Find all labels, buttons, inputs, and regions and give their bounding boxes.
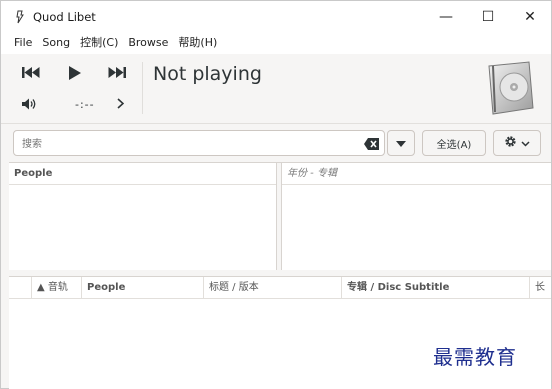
playback-status: Not playing [153, 63, 262, 85]
window-title: Quod Libet [33, 9, 96, 24]
column-header-track[interactable]: ▲ 音轨 [31, 277, 81, 299]
caret-down-icon [396, 137, 406, 150]
seek-button[interactable] [113, 96, 127, 114]
player-divider [142, 62, 143, 114]
search-field[interactable] [13, 130, 385, 156]
clear-search-icon[interactable] [364, 137, 380, 151]
window-controls: — ☐ ✕ [425, 1, 551, 32]
settings-menu-button[interactable] [493, 130, 541, 156]
gear-icon [504, 135, 517, 151]
year-album-pane-header[interactable]: 年份 - 专辑 [282, 163, 551, 185]
menu-browse[interactable]: Browse [123, 32, 173, 54]
search-history-button[interactable] [387, 130, 415, 156]
menu-control[interactable]: 控制(C) [75, 32, 123, 54]
player-panel: -:-- Not playing [1, 54, 551, 124]
maximize-button[interactable]: ☐ [467, 1, 509, 32]
song-list[interactable]: ▲ 音轨 People 标题 / 版本 专辑 / Disc Subtitle 长 [9, 276, 551, 389]
previous-button[interactable] [17, 64, 45, 84]
minimize-button[interactable]: — [425, 1, 467, 32]
chevron-down-icon [521, 137, 530, 150]
year-album-pane[interactable]: 年份 - 专辑 [281, 163, 551, 271]
album-cover[interactable] [485, 60, 537, 116]
album-cover-icon [485, 61, 537, 119]
volume-button[interactable] [19, 96, 41, 114]
menu-file[interactable]: File [9, 32, 37, 54]
app-window: Quod Libet — ☐ ✕ File Song 控制(C) Browse … [0, 0, 552, 389]
column-header-length[interactable]: 长 [529, 277, 551, 299]
people-pane-header[interactable]: People [9, 163, 276, 185]
menu-help[interactable]: 帮助(H) [173, 32, 222, 54]
play-icon [69, 65, 81, 83]
column-header-title[interactable]: 标题 / 版本 [203, 277, 341, 299]
column-header-album[interactable]: 专辑 / Disc Subtitle [341, 277, 529, 299]
search-toolbar: 全选(A) [1, 125, 551, 161]
previous-track-icon [22, 67, 40, 81]
people-pane[interactable]: People [9, 163, 277, 271]
time-label: -:-- [75, 98, 95, 111]
app-logo-icon [15, 10, 27, 24]
chevron-right-icon [116, 98, 124, 112]
search-input[interactable] [22, 135, 342, 153]
close-button[interactable]: ✕ [509, 1, 551, 32]
browser-panes: People 年份 - 专辑 [9, 162, 551, 271]
column-header-people[interactable]: People [81, 277, 203, 299]
next-track-icon [108, 67, 126, 81]
select-all-button[interactable]: 全选(A) [422, 130, 486, 156]
play-button[interactable] [63, 64, 87, 84]
song-list-header: ▲ 音轨 People 标题 / 版本 专辑 / Disc Subtitle 长 [9, 277, 551, 299]
title-bar: Quod Libet — ☐ ✕ [1, 1, 551, 32]
menu-bar: File Song 控制(C) Browse 帮助(H) [1, 32, 551, 54]
volume-icon [22, 98, 38, 113]
menu-song[interactable]: Song [37, 32, 75, 54]
watermark: 最需教育 [433, 345, 517, 369]
next-button[interactable] [103, 64, 131, 84]
